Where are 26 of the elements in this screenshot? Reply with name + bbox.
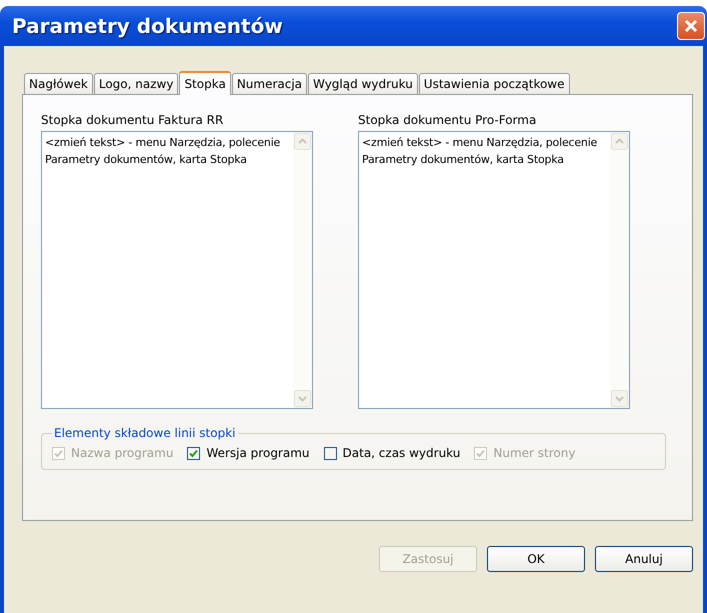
scrollbar[interactable]	[610, 132, 629, 408]
scroll-up-icon	[294, 133, 311, 150]
group-title: Elementy składowe linii stopki	[52, 426, 238, 440]
tab[interactable]: Wygląd wydruku	[308, 73, 418, 94]
footer-text-field[interactable]: <zmień tekst> - menu Narzędzia, polecenie Parametry dokumentów, karta Stopka	[41, 131, 313, 409]
tab[interactable]: Ustawienia początkowe	[418, 73, 570, 94]
field-label: Stopka dokumentu Faktura RR	[41, 113, 224, 127]
footer-text-field[interactable]: <zmień tekst> - menu Narzędzia, polecenie Parametry dokumentów, karta Stopka	[358, 131, 630, 409]
scroll-down-icon	[294, 390, 311, 407]
checkbox-option[interactable]: Wersja programu	[187, 446, 310, 460]
scrollbar[interactable]	[293, 132, 312, 408]
checkbox[interactable]	[324, 446, 337, 460]
tab[interactable]: Stopka	[179, 71, 231, 95]
checkbox-option[interactable]: Data, czas wydruku	[324, 446, 460, 460]
tab[interactable]: Logo, nazwy	[94, 73, 178, 94]
window-title: Parametry dokumentów	[12, 14, 283, 38]
close-icon	[684, 19, 698, 33]
dialog-button[interactable]: Anuluj	[595, 546, 693, 572]
checkbox[interactable]	[187, 446, 200, 460]
field-label: Stopka dokumentu Pro-Forma	[358, 113, 538, 127]
dialog-button[interactable]: OK	[487, 546, 585, 572]
scroll-up-icon	[611, 133, 628, 150]
tab[interactable]: Numeracja	[232, 73, 308, 94]
close-button[interactable]	[677, 12, 705, 40]
scroll-down-icon	[611, 390, 628, 407]
tab[interactable]: Nagłówek	[24, 73, 93, 94]
